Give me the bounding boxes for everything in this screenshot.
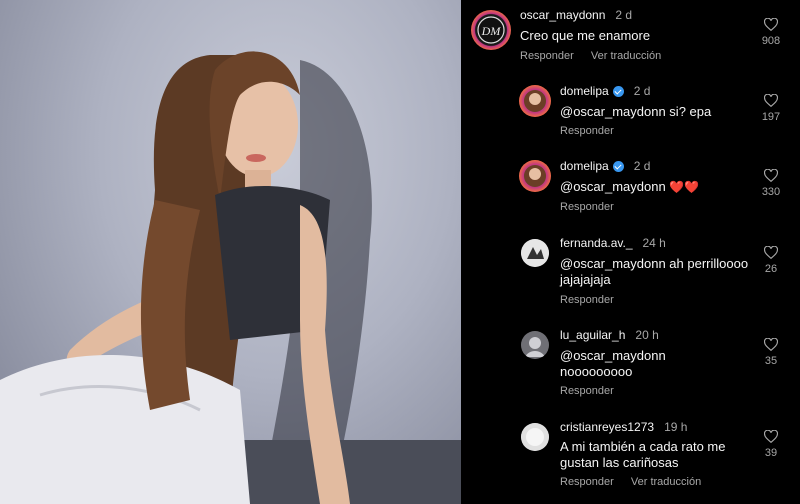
username[interactable]: fernanda.av._ 24 h [560,236,666,250]
username[interactable]: cristianreyes1273 19 h [560,420,687,434]
heart-outline-icon[interactable] [764,246,778,259]
comment-time: 2 d [615,8,633,22]
comment-mention: @oscar_maydonn [560,179,666,194]
verified-badge-icon [612,160,624,172]
like-count: 197 [761,111,781,123]
comment-text: @oscar_maydonn ❤️❤️ [560,179,760,195]
heart-outline-icon[interactable] [764,169,778,182]
comment-time: 24 h [642,236,666,250]
comment-item: domelipa 2 d @oscar_maydonn ❤️❤️ Respond… [461,155,800,225]
post-photo [0,0,461,504]
comment-text: @oscar_maydonn nooooooooo [560,348,666,379]
comment-item: cristianreyes1273 19 h A mi también a ca… [461,417,800,504]
username[interactable]: domelipa 2 d [560,159,650,173]
username-text[interactable]: domelipa [560,159,609,173]
comments-panel: DM oscar_maydonn 2 d Creo que me enamore… [461,0,800,504]
like-button[interactable]: 330 [756,169,786,198]
comment-time: 2 d [633,84,651,98]
translate-button[interactable]: Ver traducción [631,476,701,488]
like-count: 26 [764,263,778,275]
reply-button[interactable]: Responder [560,294,614,306]
heart-outline-icon[interactable] [764,94,778,107]
comment-actions: Responder [560,125,628,137]
like-button[interactable]: 39 [756,430,786,459]
domelipa-avatar-icon[interactable] [519,160,551,192]
comment-time: 19 h [664,420,688,434]
reply-button[interactable]: Responder [560,476,614,488]
verified-badge-icon [612,85,624,97]
like-button[interactable]: 908 [756,18,786,47]
username[interactable]: domelipa 2 d [560,84,650,98]
like-count: 330 [761,186,781,198]
username-text[interactable]: lu_aguilar_h [560,328,625,342]
comment-time: 20 h [635,328,659,342]
photo-illustration [0,51,461,504]
username-text[interactable]: fernanda.av._ [560,236,633,250]
heart-emoji-icon: ❤️❤️ [669,180,700,194]
heart-outline-icon[interactable] [764,430,778,443]
username[interactable]: oscar_maydonn 2 d [520,8,632,22]
comment-item: domelipa 2 d @oscar_maydonn si? epa Resp… [461,80,800,150]
username-text[interactable]: cristianreyes1273 [560,420,654,434]
comment-text: @oscar_maydonn si? epa [560,104,712,119]
comment-time: 2 d [633,159,651,173]
like-count: 908 [761,35,781,47]
comment-actions: Responder Ver traducción [520,50,675,62]
comment-item: fernanda.av._ 24 h @oscar_maydonn ah per… [461,233,800,318]
default-avatar-icon[interactable] [521,423,549,451]
comment-actions: Responder [560,201,628,213]
comment-actions: Responder [560,385,628,397]
like-button[interactable]: 26 [756,246,786,275]
like-button[interactable]: 197 [756,94,786,123]
reply-button[interactable]: Responder [560,201,614,213]
reply-button[interactable]: Responder [520,50,574,62]
comment-item: lu_aguilar_h 20 h @oscar_maydonn noooooo… [461,325,800,410]
like-button[interactable]: 35 [756,338,786,367]
comment-item: DM oscar_maydonn 2 d Creo que me enamore… [461,0,800,75]
reply-button[interactable]: Responder [560,385,614,397]
comment-text: A mi también a cada rato me gustan las c… [560,439,726,470]
lu-avatar-icon[interactable] [521,331,549,359]
svg-text:DM: DM [481,24,502,38]
heart-outline-icon[interactable] [764,338,778,351]
heart-outline-icon[interactable] [764,18,778,31]
comment-actions: Responder [560,294,628,306]
username-text[interactable]: oscar_maydonn [520,8,605,22]
domelipa-avatar-icon[interactable] [519,85,551,117]
comment-actions: Responder Ver traducción [560,476,715,488]
comment-text: @oscar_maydonn ah perrilloooo jajajajaja [560,256,749,287]
fernanda-avatar-icon[interactable] [521,239,549,267]
translate-button[interactable]: Ver traducción [591,50,661,62]
username[interactable]: lu_aguilar_h 20 h [560,328,659,342]
reply-button[interactable]: Responder [560,125,614,137]
comment-text: Creo que me enamore [520,28,651,43]
username-text[interactable]: domelipa [560,84,609,98]
like-count: 39 [764,447,778,459]
oscar-avatar-icon[interactable]: DM [471,10,511,50]
like-count: 35 [764,355,778,367]
